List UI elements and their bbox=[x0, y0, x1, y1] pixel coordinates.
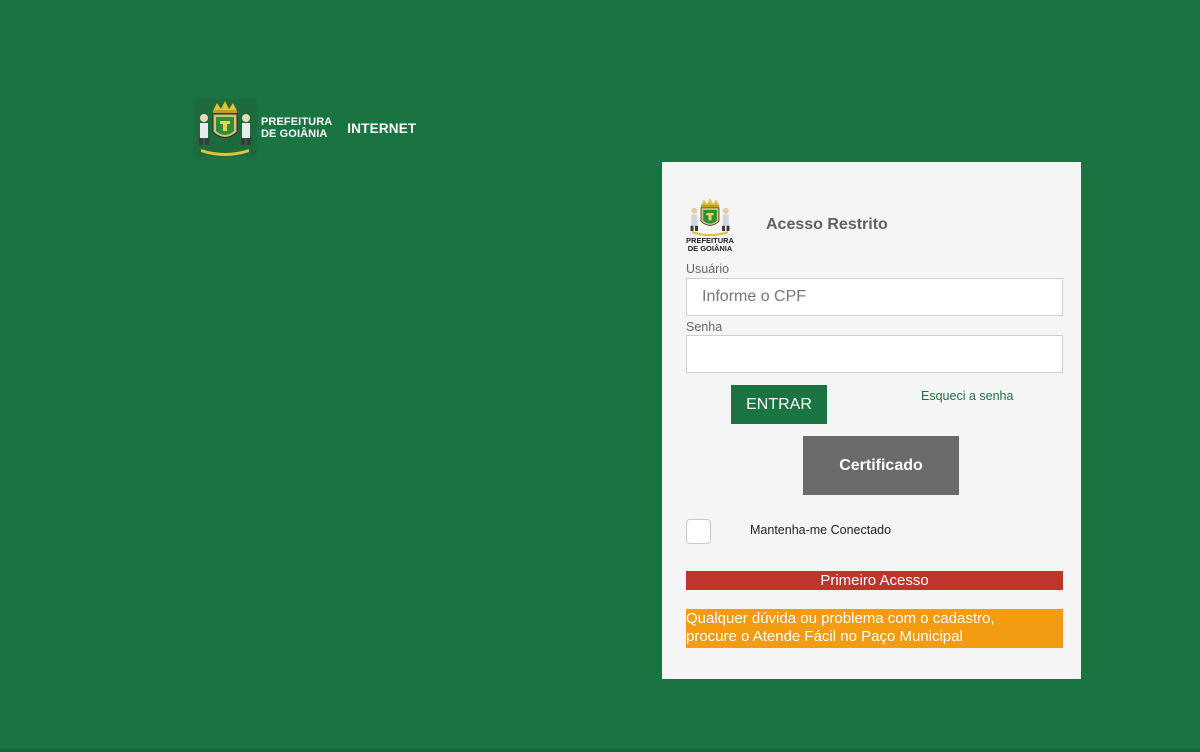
panel-title: Acesso Restrito bbox=[766, 216, 888, 233]
logo-text: PREFEITURA DE GOIÂNIA bbox=[261, 116, 332, 140]
username-label: Usuário bbox=[686, 262, 730, 276]
logo-line-2: DE GOIÂNIA bbox=[261, 128, 328, 140]
login-panel: PREFEITURA DE GOIÂNIA Acesso Restrito Us… bbox=[662, 162, 1081, 679]
logo-internet-label: INTERNET bbox=[347, 120, 417, 136]
password-input[interactable] bbox=[686, 335, 1063, 373]
panel-crest: PREFEITURA DE GOIÂNIA bbox=[684, 196, 736, 258]
forgot-password-link[interactable]: Esqueci a senha bbox=[921, 389, 1013, 403]
coat-of-arms-icon bbox=[193, 99, 257, 157]
password-label: Senha bbox=[686, 320, 723, 334]
remember-me-checkbox[interactable] bbox=[686, 519, 711, 544]
panel-crest-label: PREFEITURA DE GOIÂNIA bbox=[684, 237, 736, 253]
first-access-button[interactable]: Primeiro Acesso bbox=[686, 571, 1063, 590]
help-notice-line-1: Qualquer dúvida ou problema com o cadast… bbox=[686, 610, 995, 627]
panel-crest-line-2: DE GOIÂNIA bbox=[687, 244, 733, 253]
coat-of-arms-icon bbox=[690, 198, 730, 236]
remember-me-label: Mantenha-me Conectado bbox=[750, 523, 892, 537]
logo-line-1: PREFEITURA bbox=[261, 116, 333, 128]
header-logo: PREFEITURA DE GOIÂNIA INTERNET bbox=[193, 99, 417, 157]
certificate-button[interactable]: Certificado bbox=[803, 436, 959, 495]
help-notice: Qualquer dúvida ou problema com o cadast… bbox=[686, 609, 1063, 648]
username-input[interactable] bbox=[686, 278, 1063, 316]
help-notice-line-2: procure o Atende Fácil no Paço Municipal bbox=[686, 628, 963, 645]
login-button[interactable]: ENTRAR bbox=[731, 385, 827, 424]
